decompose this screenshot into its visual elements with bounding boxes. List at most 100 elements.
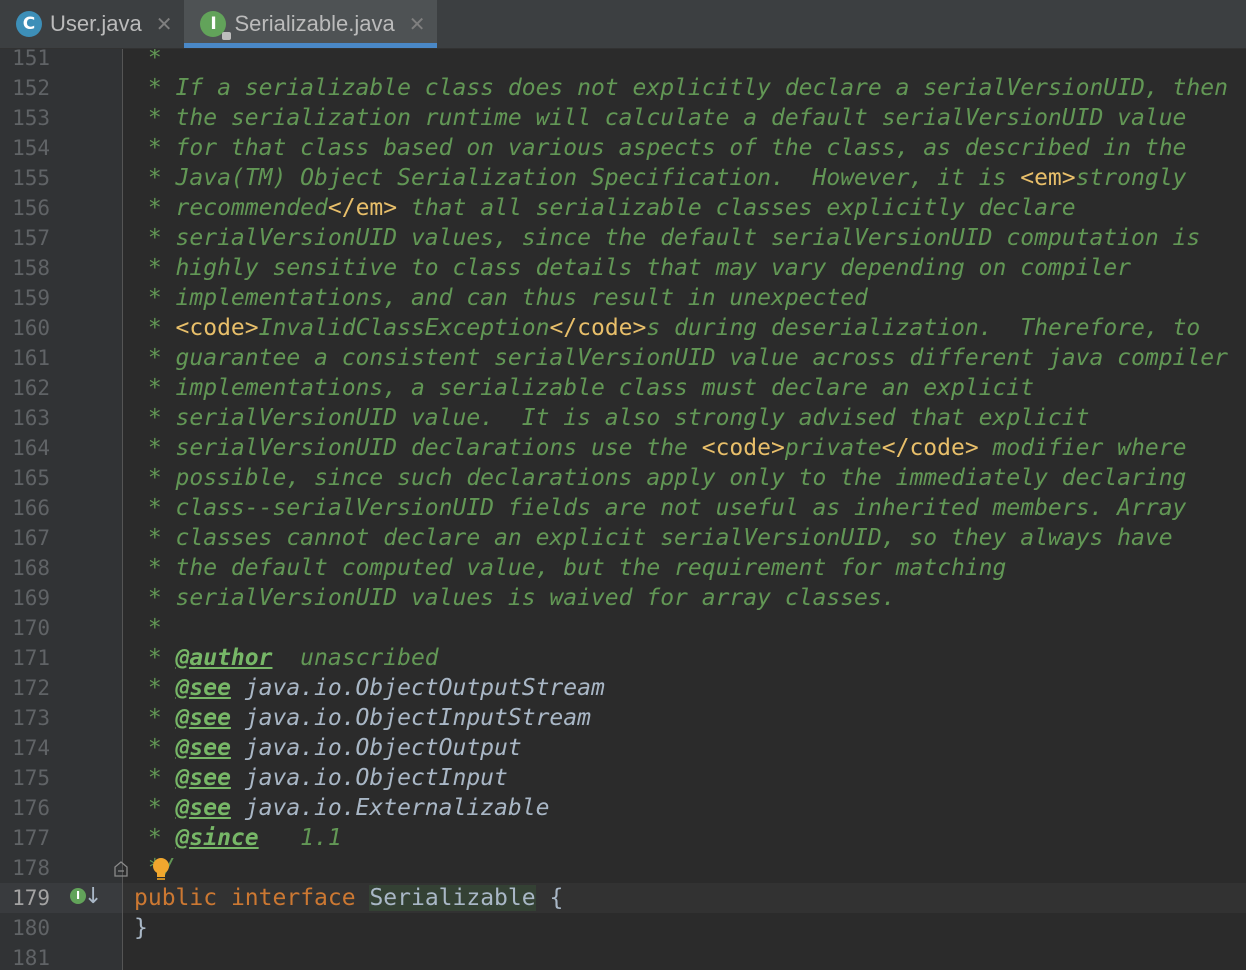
token-doc: * for that class based on various aspect… (134, 135, 1187, 161)
interface-icon: I (200, 11, 232, 40)
code-line[interactable]: 179 public interface Serializable {I ↓ (0, 883, 1246, 913)
code-line[interactable]: 155 * Java(TM) Object Serialization Spec… (0, 163, 1246, 193)
code-text: * highly sensitive to class details that… (134, 253, 1131, 283)
code-line[interactable]: 159 * implementations, and can thus resu… (0, 283, 1246, 313)
code-line[interactable]: 158 * highly sensitive to class details … (0, 253, 1246, 283)
code-line[interactable]: 169 * serialVersionUID values is waived … (0, 583, 1246, 613)
tab-label: Serializable.java (234, 11, 395, 36)
token-html: <em> (1020, 165, 1076, 191)
token-doc: 1.1 (258, 825, 342, 851)
tab-serializable-java[interactable]: I Serializable.java ✕ (184, 0, 438, 48)
close-tab-icon[interactable]: ✕ (409, 12, 426, 36)
arrow-down-icon[interactable]: ↓ (84, 883, 102, 911)
code-text: * (134, 613, 162, 643)
code-text: * for that class based on various aspect… (134, 133, 1187, 163)
code-line[interactable]: 152 * If a serializable class does not e… (0, 73, 1246, 103)
code-line[interactable]: 151 * (0, 49, 1246, 73)
line-number: 171 (12, 646, 50, 670)
line-number: 169 (12, 586, 50, 610)
token-doc: * classes cannot declare an explicit ser… (134, 525, 1173, 551)
line-number: 156 (12, 196, 50, 220)
token-kw: public (134, 885, 218, 911)
token-doc: * (134, 615, 162, 641)
code-line[interactable]: 161 * guarantee a consistent serialVersi… (0, 343, 1246, 373)
token-html: </em> (327, 195, 398, 221)
code-line[interactable]: 175 * @see java.io.ObjectInput (0, 763, 1246, 793)
code-line[interactable]: 172 * @see java.io.ObjectOutputStream (0, 673, 1246, 703)
line-number: 170 (12, 616, 50, 640)
lightbulb-icon[interactable] (150, 857, 172, 883)
line-number: 178 (12, 856, 50, 880)
close-tab-icon[interactable]: ✕ (156, 12, 173, 36)
line-number: 179 (12, 886, 50, 910)
token-doc: that all serializable classes explicitly… (397, 195, 1076, 221)
token-doc: * implementations, a serializable class … (134, 375, 1035, 401)
code-text: * <code>InvalidClassException</code>s du… (134, 313, 1200, 343)
token-doc: * (134, 675, 176, 701)
code-text: * implementations, a serializable class … (134, 373, 1034, 403)
code-text: * guarantee a consistent serialVersionUI… (134, 343, 1228, 373)
code-line[interactable]: 162 * implementations, a serializable cl… (0, 373, 1246, 403)
code-text: * serialVersionUID values, since the def… (134, 223, 1200, 253)
code-text: * @since 1.1 (134, 823, 342, 853)
token-doc: strongly (1075, 165, 1187, 191)
code-line[interactable]: 153 * the serialization runtime will cal… (0, 103, 1246, 133)
token-tag: @author (175, 645, 273, 671)
code-line[interactable]: 170 * (0, 613, 1246, 643)
line-number: 177 (12, 826, 50, 850)
token-doc: private (784, 435, 882, 461)
code-line[interactable]: 163 * serialVersionUID value. It is also… (0, 403, 1246, 433)
code-line[interactable]: 156 * recommended</em> that all serializ… (0, 193, 1246, 223)
token-doc: * (134, 645, 176, 671)
code-line[interactable]: 176 * @see java.io.Externalizable (0, 793, 1246, 823)
code-line[interactable]: 174 * @see java.io.ObjectOutput (0, 733, 1246, 763)
line-number: 152 (12, 76, 50, 100)
fold-collapse-icon[interactable] (114, 861, 128, 877)
code-line[interactable]: 164 * serialVersionUID declarations use … (0, 433, 1246, 463)
code-line[interactable]: 157 * serialVersionUID values, since the… (0, 223, 1246, 253)
token-doc: * highly sensitive to class details that… (134, 255, 1131, 281)
code-text: public interface Serializable { (134, 883, 563, 913)
code-line[interactable]: 167 * classes cannot declare an explicit… (0, 523, 1246, 553)
code-line[interactable]: 178 */ (0, 853, 1246, 883)
tab-label: User.java (50, 11, 142, 36)
line-number: 168 (12, 556, 50, 580)
token-ref: java.io.ObjectOutput (230, 735, 522, 761)
token-doc: unascribed (272, 645, 439, 671)
code-line[interactable]: 168 * the default computed value, but th… (0, 553, 1246, 583)
token-ref: java.io.Externalizable (230, 795, 550, 821)
code-line[interactable]: 171 * @author unascribed (0, 643, 1246, 673)
token-doc: * (134, 825, 176, 851)
code-line[interactable]: 180} (0, 913, 1246, 943)
code-line[interactable]: 173 * @see java.io.ObjectInputStream (0, 703, 1246, 733)
code-line[interactable]: 154 * for that class based on various as… (0, 133, 1246, 163)
code-text: * the serialization runtime will calcula… (134, 103, 1187, 133)
tab-user-java[interactable]: C User.java ✕ (0, 0, 184, 48)
line-number: 160 (12, 316, 50, 340)
code-text: * implementations, and can thus result i… (134, 283, 868, 313)
line-number: 172 (12, 676, 50, 700)
code-text: * possible, since such declarations appl… (134, 463, 1187, 493)
code-line[interactable]: 181 (0, 943, 1246, 970)
token-doc: modifier where (978, 435, 1187, 461)
code-line[interactable]: 166 * class--serialVersionUID fields are… (0, 493, 1246, 523)
code-line[interactable]: 160 * <code>InvalidClassException</code>… (0, 313, 1246, 343)
token-doc: * possible, since such declarations appl… (134, 465, 1187, 491)
line-number: 162 (12, 376, 50, 400)
code-line[interactable]: 177 * @since 1.1 (0, 823, 1246, 853)
token-ref: java.io.ObjectInputStream (230, 705, 591, 731)
code-editor[interactable]: 151 * 152 * If a serializable class does … (0, 49, 1246, 970)
code-text: * recommended</em> that all serializable… (134, 193, 1076, 223)
code-line[interactable]: 165 * possible, since such declarations … (0, 463, 1246, 493)
line-number: 175 (12, 766, 50, 790)
token-tag: @see (175, 735, 231, 761)
code-text: * serialVersionUID value. It is also str… (134, 403, 1090, 433)
line-number: 155 (12, 166, 50, 190)
line-number: 158 (12, 256, 50, 280)
token-doc: * (134, 765, 176, 791)
code-text: * @see java.io.ObjectOutputStream (134, 673, 605, 703)
token-doc: * the default computed value, but the re… (134, 555, 1007, 581)
code-text: * @author unascribed (134, 643, 439, 673)
code-text: * @see java.io.Externalizable (134, 793, 550, 823)
